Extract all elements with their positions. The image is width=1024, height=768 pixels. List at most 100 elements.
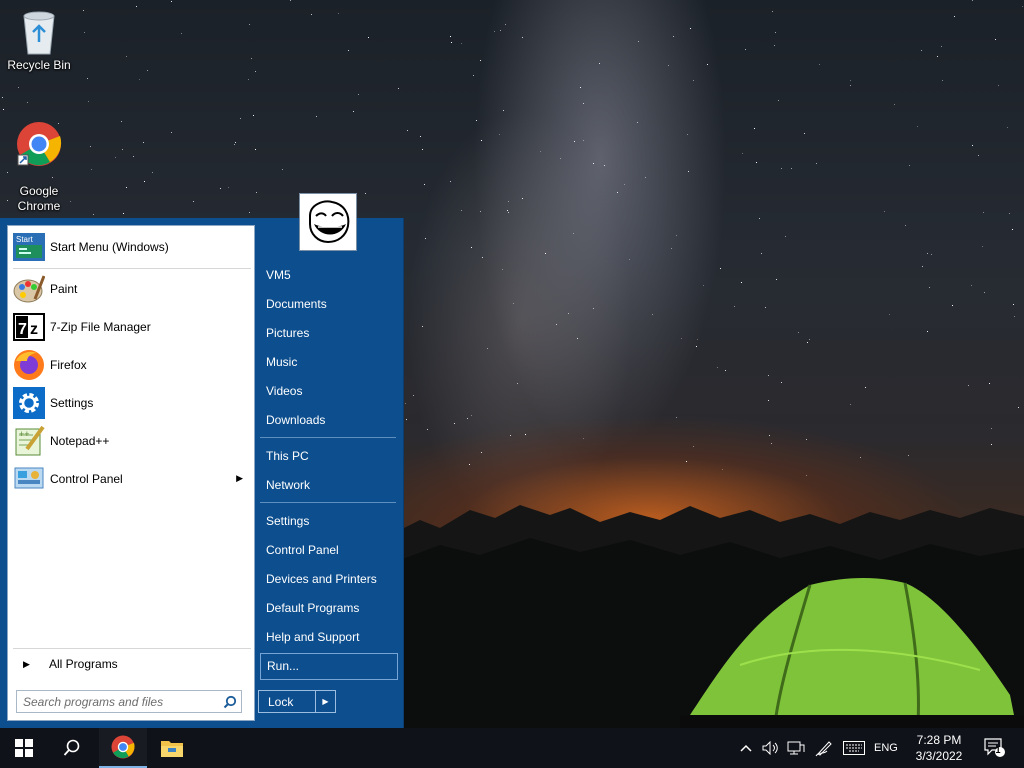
clock-time: 7:28 PM bbox=[916, 733, 962, 747]
place-user-folder[interactable]: VM5 bbox=[260, 263, 398, 287]
place-videos[interactable]: Videos bbox=[260, 379, 398, 403]
taskbar-file-explorer-button[interactable] bbox=[148, 728, 196, 768]
place-music[interactable]: Music bbox=[260, 350, 398, 374]
desktop-icon-google-chrome[interactable]: Google Chrome bbox=[0, 106, 78, 214]
star bbox=[774, 45, 775, 46]
star bbox=[687, 134, 688, 135]
program-label: Start Menu (Windows) bbox=[50, 240, 169, 254]
star bbox=[193, 201, 194, 202]
star bbox=[171, 1, 172, 2]
place-devices-and-printers[interactable]: Devices and Printers bbox=[260, 567, 398, 591]
place-help-and-support[interactable]: Help and Support bbox=[260, 625, 398, 649]
start-menu-programs-pane: Start Start Menu (Windows) Paint 7 z 7-Z… bbox=[7, 225, 255, 721]
pen-workspace-icon[interactable] bbox=[812, 728, 836, 768]
star bbox=[282, 169, 283, 170]
chrome-icon bbox=[17, 122, 62, 166]
star bbox=[499, 134, 500, 135]
star bbox=[971, 285, 972, 286]
taskbar-chrome-button[interactable] bbox=[99, 728, 147, 768]
taskbar-search-button[interactable] bbox=[48, 728, 96, 768]
divider bbox=[260, 437, 396, 438]
star bbox=[451, 42, 452, 43]
program-label: Control Panel bbox=[50, 472, 123, 486]
star bbox=[348, 50, 349, 51]
program-paint[interactable]: Paint bbox=[13, 272, 251, 306]
star bbox=[251, 58, 252, 59]
program-control-panel[interactable]: Control Panel ▶ bbox=[13, 462, 251, 496]
star bbox=[508, 212, 509, 213]
taskbar-clock[interactable]: 7:28 PM 3/3/2022 bbox=[905, 732, 973, 764]
star bbox=[508, 201, 509, 202]
star bbox=[921, 50, 922, 51]
volume-icon[interactable] bbox=[760, 728, 782, 768]
star bbox=[952, 305, 953, 306]
star bbox=[717, 367, 718, 368]
taskbar: ENG 7:28 PM 3/3/2022 1 bbox=[0, 728, 1024, 768]
star bbox=[806, 439, 807, 440]
place-settings[interactable]: Settings bbox=[260, 509, 398, 533]
program-notepad-plus-plus[interactable]: ++ Notepad++ bbox=[13, 424, 251, 458]
program-settings[interactable]: Settings bbox=[13, 386, 251, 420]
star bbox=[358, 94, 359, 95]
star bbox=[929, 287, 930, 288]
search-icon[interactable] bbox=[219, 695, 241, 709]
network-icon[interactable] bbox=[785, 728, 807, 768]
place-network[interactable]: Network bbox=[260, 473, 398, 497]
star bbox=[983, 212, 984, 213]
star bbox=[889, 314, 890, 315]
notepadpp-icon: ++ bbox=[13, 425, 45, 457]
star bbox=[991, 444, 992, 445]
search-input[interactable] bbox=[17, 691, 219, 712]
start-menu-icon: Start bbox=[13, 231, 45, 263]
user-avatar[interactable] bbox=[300, 194, 356, 250]
star bbox=[759, 218, 760, 219]
star bbox=[568, 313, 569, 314]
place-default-programs[interactable]: Default Programs bbox=[260, 596, 398, 620]
star bbox=[2, 97, 3, 98]
star bbox=[405, 403, 406, 404]
star bbox=[144, 181, 145, 182]
input-language-indicator[interactable]: ENG bbox=[874, 728, 898, 768]
star bbox=[998, 85, 999, 86]
star bbox=[593, 163, 594, 164]
star bbox=[473, 75, 474, 76]
star bbox=[1007, 127, 1008, 128]
star bbox=[583, 438, 584, 439]
place-run[interactable]: Run... bbox=[260, 653, 398, 680]
star bbox=[476, 120, 477, 121]
all-programs-button[interactable]: ▶ All Programs bbox=[13, 653, 251, 675]
show-hidden-icons-chevron-icon[interactable] bbox=[737, 728, 755, 768]
touch-keyboard-icon[interactable] bbox=[841, 728, 867, 768]
place-this-pc[interactable]: This PC bbox=[260, 444, 398, 468]
star bbox=[27, 102, 28, 103]
program-label: Notepad++ bbox=[50, 434, 110, 448]
star bbox=[775, 32, 776, 33]
place-control-panel[interactable]: Control Panel bbox=[260, 538, 398, 562]
star bbox=[126, 56, 127, 57]
star bbox=[1012, 229, 1013, 230]
star bbox=[249, 24, 250, 25]
program-7zip-file-manager[interactable]: 7 z 7-Zip File Manager bbox=[13, 310, 251, 344]
start-button[interactable] bbox=[0, 728, 48, 768]
star bbox=[87, 78, 88, 79]
submenu-arrow-icon: ▶ bbox=[236, 473, 243, 483]
place-pictures[interactable]: Pictures bbox=[260, 321, 398, 345]
search-box[interactable] bbox=[16, 690, 242, 713]
program-start-menu-windows[interactable]: Start Start Menu (Windows) bbox=[13, 230, 251, 264]
star bbox=[424, 184, 425, 185]
star bbox=[922, 266, 923, 267]
desktop-icon-recycle-bin[interactable]: Recycle Bin bbox=[0, 8, 78, 73]
place-documents[interactable]: Documents bbox=[260, 292, 398, 316]
star bbox=[249, 212, 250, 213]
star bbox=[469, 464, 470, 465]
desktop-icon-label: Google Chrome bbox=[17, 184, 61, 213]
star bbox=[942, 80, 943, 81]
star bbox=[121, 121, 122, 122]
action-center-button[interactable]: 1 bbox=[980, 728, 1010, 768]
shutdown-options-arrow-icon[interactable]: ▶ bbox=[315, 691, 335, 712]
star bbox=[617, 192, 618, 193]
place-downloads[interactable]: Downloads bbox=[260, 408, 398, 432]
star bbox=[809, 339, 810, 340]
program-firefox[interactable]: Firefox bbox=[13, 348, 251, 382]
lock-button[interactable]: Lock ▶ bbox=[258, 690, 336, 713]
